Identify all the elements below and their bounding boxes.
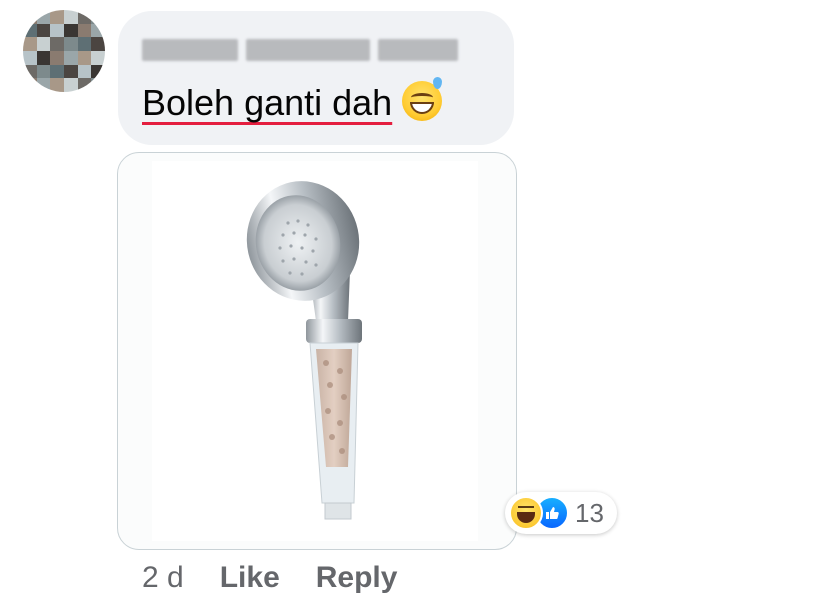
timestamp-link[interactable]: 2 d: [142, 561, 184, 595]
avatar[interactable]: [23, 10, 105, 92]
comment-photo[interactable]: [117, 152, 517, 550]
comment-text-content: Boleh ganti dah: [142, 82, 393, 123]
reaction-count: 13: [575, 497, 604, 528]
comment-text: Boleh ganti dah: [142, 77, 443, 127]
haha-reaction-icon: [509, 496, 543, 530]
grinning-face-with-sweat-emoji: [402, 77, 443, 121]
like-button[interactable]: Like: [220, 561, 280, 595]
comment-actions: 2 d Like Reply: [142, 558, 433, 598]
shower-head-image: [152, 161, 478, 541]
author-name-obscured[interactable]: [142, 35, 458, 65]
reactions-summary[interactable]: 13: [505, 492, 617, 534]
comment-bubble: Boleh ganti dah: [118, 11, 514, 145]
reply-button[interactable]: Reply: [316, 561, 398, 595]
